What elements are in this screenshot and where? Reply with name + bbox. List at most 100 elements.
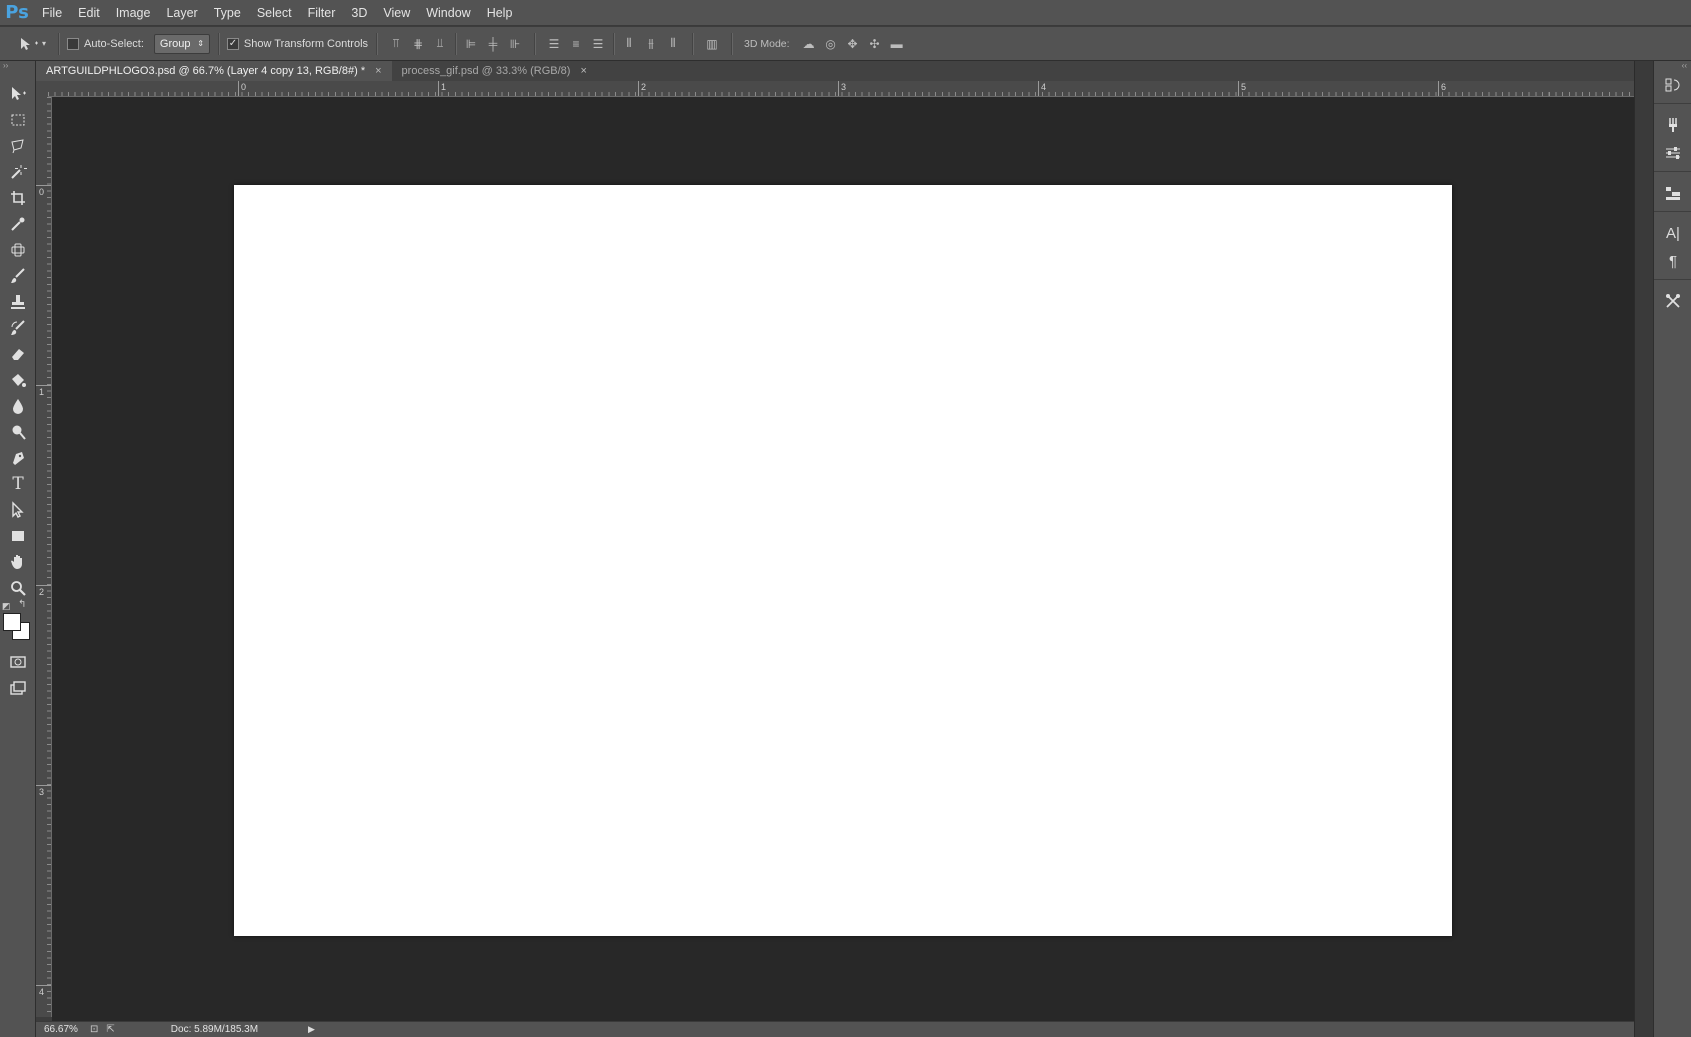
distribute-bottom-edges-icon[interactable]: ☰	[587, 33, 609, 55]
foreground-color-swatch[interactable]	[3, 613, 21, 631]
share-icon[interactable]: ⇱	[106, 1024, 114, 1035]
menu-view[interactable]: View	[375, 0, 418, 26]
status-menu-arrow-icon[interactable]: ▶	[308, 1024, 315, 1035]
tab-process-gif[interactable]: process_gif.psd @ 33.3% (RGB/8) ×	[391, 61, 597, 81]
distribute-horizontal-centers-icon[interactable]: ⫵	[640, 33, 662, 55]
spot-healing-icon[interactable]	[0, 237, 36, 263]
3d-scale-icon[interactable]: ▬	[886, 33, 908, 55]
ruler-label: 3	[39, 787, 45, 797]
clone-stamp-icon[interactable]	[0, 289, 36, 315]
paint-bucket-icon[interactable]	[0, 367, 36, 393]
eraser-icon[interactable]	[0, 341, 36, 367]
vertical-ruler[interactable]: 0 1 2 3 4	[36, 97, 52, 1017]
menu-window[interactable]: Window	[418, 0, 478, 26]
options-separator	[534, 32, 536, 55]
ruler-tick	[1238, 81, 1239, 96]
menu-3d[interactable]: 3D	[343, 0, 375, 26]
history-panel-icon[interactable]	[1654, 71, 1691, 99]
options-separator	[217, 32, 219, 55]
ruler-tick	[1438, 81, 1439, 96]
menu-help[interactable]: Help	[479, 0, 521, 26]
ruler-tick	[36, 585, 51, 586]
group-select-value: Group	[159, 37, 191, 50]
3d-orbit-icon[interactable]: ☁	[798, 33, 820, 55]
path-selection-icon[interactable]	[0, 497, 36, 523]
hand-icon[interactable]	[0, 549, 36, 575]
align-bottom-edges-icon[interactable]: ⫫	[429, 33, 451, 55]
adjustments-icon[interactable]	[1654, 139, 1691, 167]
timeline-icon[interactable]: ⊡	[90, 1024, 98, 1035]
distribute-vertical-centers-icon[interactable]: ≡	[565, 33, 587, 55]
ruler-label: 5	[1241, 82, 1247, 92]
tool-presets-icon[interactable]	[1654, 287, 1691, 315]
options-separator	[613, 32, 615, 55]
distribute-left-edges-icon[interactable]: ⫴	[618, 33, 640, 55]
lasso-icon[interactable]	[0, 133, 36, 159]
menu-edit[interactable]: Edit	[70, 0, 108, 26]
brush-presets-icon[interactable]	[1654, 111, 1691, 139]
ruler-label: 3	[841, 82, 847, 92]
align-top-edges-icon[interactable]: ⫪	[385, 33, 407, 55]
menu-layer[interactable]: Layer	[158, 0, 205, 26]
auto-select-checkbox[interactable]: Auto-Select:	[67, 37, 144, 50]
distribute-right-edges-icon[interactable]: ⫴	[662, 33, 684, 55]
screen-mode-icon[interactable]	[0, 675, 36, 701]
zoom-icon[interactable]	[0, 575, 36, 601]
3d-slide-icon[interactable]: ✣	[864, 33, 886, 55]
menu-file[interactable]: File	[34, 0, 70, 26]
close-icon[interactable]: ×	[580, 61, 586, 81]
paragraph-panel-icon[interactable]: ¶	[1654, 247, 1691, 275]
horizontal-ruler[interactable]: 0 1 2 3 4 5 6	[48, 81, 1634, 97]
type-icon[interactable]: T	[0, 471, 36, 497]
blur-icon[interactable]	[0, 393, 36, 419]
crop-icon[interactable]	[0, 185, 36, 211]
panel-expand-icon[interactable]: ‹‹	[1654, 61, 1691, 71]
align-left-edges-icon[interactable]: ⊫	[460, 33, 482, 55]
options-separator	[58, 32, 59, 55]
dodge-icon[interactable]	[0, 419, 36, 445]
menu-type[interactable]: Type	[206, 0, 249, 26]
panel-collapse-icon[interactable]: ››	[0, 61, 35, 71]
document-size: Doc: 5.89M/185.3M	[170, 1024, 259, 1035]
3d-pan-icon[interactable]: ✥	[842, 33, 864, 55]
magic-wand-icon[interactable]	[0, 159, 36, 185]
close-icon[interactable]: ×	[375, 61, 381, 81]
menu-filter[interactable]: Filter	[300, 0, 344, 26]
canvas-pasteboard[interactable]	[52, 97, 1634, 1021]
layers-panel-icon[interactable]	[1654, 179, 1691, 207]
swap-colors-icon[interactable]: ↰	[18, 599, 26, 610]
ruler-tick	[438, 81, 439, 96]
eyedropper-icon[interactable]	[0, 211, 36, 237]
move-tool-icon[interactable]	[0, 81, 36, 107]
tab-artguildphlogo3[interactable]: ARTGUILDPHLOGO3.psd @ 66.7% (Layer 4 cop…	[36, 61, 392, 81]
default-colors-icon[interactable]: ◩	[2, 601, 11, 612]
align-horizontal-centers-icon[interactable]: ╪	[482, 33, 504, 55]
pen-icon[interactable]	[0, 445, 36, 471]
character-panel-icon[interactable]: A|	[1654, 219, 1691, 247]
move-tool-preset-icon[interactable]: ▾	[14, 33, 50, 55]
distribute-top-edges-icon[interactable]: ☰	[543, 33, 565, 55]
show-transform-check-box[interactable]: ✓	[226, 37, 239, 50]
rectangular-marquee-icon[interactable]	[0, 107, 36, 133]
auto-align-layers-icon[interactable]: ▥	[701, 33, 723, 55]
ruler-tick	[36, 185, 51, 186]
show-transform-controls-checkbox[interactable]: ✓ Show Transform Controls	[226, 37, 369, 50]
menu-image[interactable]: Image	[108, 0, 159, 26]
ruler-label: 0	[39, 187, 45, 197]
show-transform-label: Show Transform Controls	[243, 37, 369, 50]
auto-select-check-box[interactable]	[67, 37, 79, 50]
3d-roll-icon[interactable]: ◎	[820, 33, 842, 55]
brush-icon[interactable]	[0, 263, 36, 289]
align-vertical-centers-icon[interactable]: ⋕	[407, 33, 429, 55]
document-canvas[interactable]	[234, 185, 1452, 936]
zoom-level[interactable]: 66.67%	[36, 1024, 82, 1035]
quick-mask-icon[interactable]	[0, 649, 36, 675]
ruler-tick	[36, 785, 51, 786]
rectangle-shape-icon[interactable]	[0, 523, 36, 549]
align-right-edges-icon[interactable]: ⊪	[504, 33, 526, 55]
ruler-origin[interactable]	[36, 81, 48, 97]
history-brush-icon[interactable]	[0, 315, 36, 341]
auto-select-target-dropdown[interactable]: Group ⇕	[153, 33, 210, 54]
ruler-label: 1	[39, 387, 45, 397]
menu-select[interactable]: Select	[249, 0, 300, 26]
